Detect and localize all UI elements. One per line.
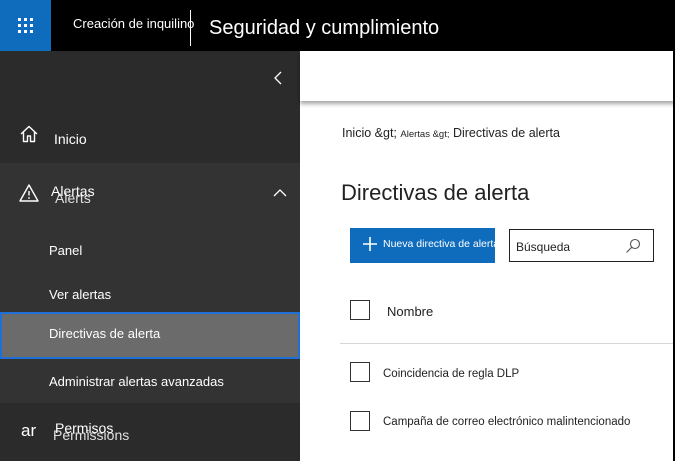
sidebar-item-label: Panel xyxy=(49,243,83,258)
search-box xyxy=(509,229,654,262)
sidebar-item-permissions[interactable]: ar Permissions Permisos xyxy=(0,403,300,461)
app-launcher-button[interactable] xyxy=(0,0,51,51)
breadcrumb-current: Directivas de alerta xyxy=(452,126,560,140)
permissions-icon: ar xyxy=(21,421,37,440)
home-icon xyxy=(20,125,38,143)
table-header-divider xyxy=(340,343,675,344)
warning-icon xyxy=(19,184,39,202)
sidebar-item-label: Directivas de alerta xyxy=(49,326,161,341)
page-title: Directivas de alerta xyxy=(341,180,530,205)
breadcrumb-home[interactable]: Inicio &gt; xyxy=(342,126,397,140)
content-header-bar xyxy=(300,51,675,101)
row-checkbox[interactable] xyxy=(350,362,370,382)
search-icon[interactable] xyxy=(625,238,641,254)
column-header-name[interactable]: Nombre xyxy=(387,304,433,319)
tenant-name[interactable]: Creación de inquilino xyxy=(73,16,194,31)
sidebar-item-label: Alertas xyxy=(51,183,95,199)
sidebar-item-manage-advanced-alerts[interactable]: Administrar alertas avanzadas xyxy=(0,360,300,404)
sidebar-item-alerts[interactable]: Alerts Alertas xyxy=(0,163,300,223)
select-all-checkbox[interactable] xyxy=(350,300,370,320)
sidebar-item-view-alerts[interactable]: Ver alertas xyxy=(0,273,300,317)
app-title[interactable]: Seguridad y cumplimiento xyxy=(209,17,439,40)
search-input[interactable] xyxy=(516,239,621,255)
row-checkbox[interactable] xyxy=(350,411,370,431)
alerts-submenu: Panel Ver alertas Directivas de alerta A… xyxy=(0,223,300,403)
breadcrumb-alerts[interactable]: Alertas &gt; xyxy=(400,129,449,140)
sidebar-item-home[interactable]: Inicio xyxy=(0,113,300,163)
sidebar-item-label: Inicio xyxy=(54,131,87,147)
topbar-divider xyxy=(190,10,191,46)
new-alert-policy-button[interactable]: Nueva directiva de alerta xyxy=(350,228,495,263)
sidebar-item-panel[interactable]: Panel xyxy=(0,229,300,273)
sidebar-item-label: Permisos xyxy=(55,420,114,436)
chevron-up-icon[interactable] xyxy=(272,187,288,199)
sidebar-item-label: Ver alertas xyxy=(49,287,112,302)
row-name[interactable]: Campaña de correo electrónico malintenci… xyxy=(383,416,630,428)
breadcrumb: Inicio &gt; Alertas &gt; Directivas de a… xyxy=(342,126,560,140)
sidebar: Inicio Alerts Alertas Panel Ver alertas … xyxy=(0,51,300,461)
collapse-nav-icon[interactable] xyxy=(270,69,288,87)
row-name[interactable]: Coincidencia de regla DLP xyxy=(383,368,519,380)
plus-icon xyxy=(363,237,377,251)
sidebar-item-label: Administrar alertas avanzadas xyxy=(49,374,224,389)
waffle-icon xyxy=(18,18,33,33)
new-alert-policy-label: Nueva directiva de alerta xyxy=(383,238,495,250)
sidebar-item-alert-policies[interactable]: Directivas de alerta xyxy=(0,312,300,359)
top-bar: Creación de inquilino Seguridad y cumpli… xyxy=(0,0,675,51)
